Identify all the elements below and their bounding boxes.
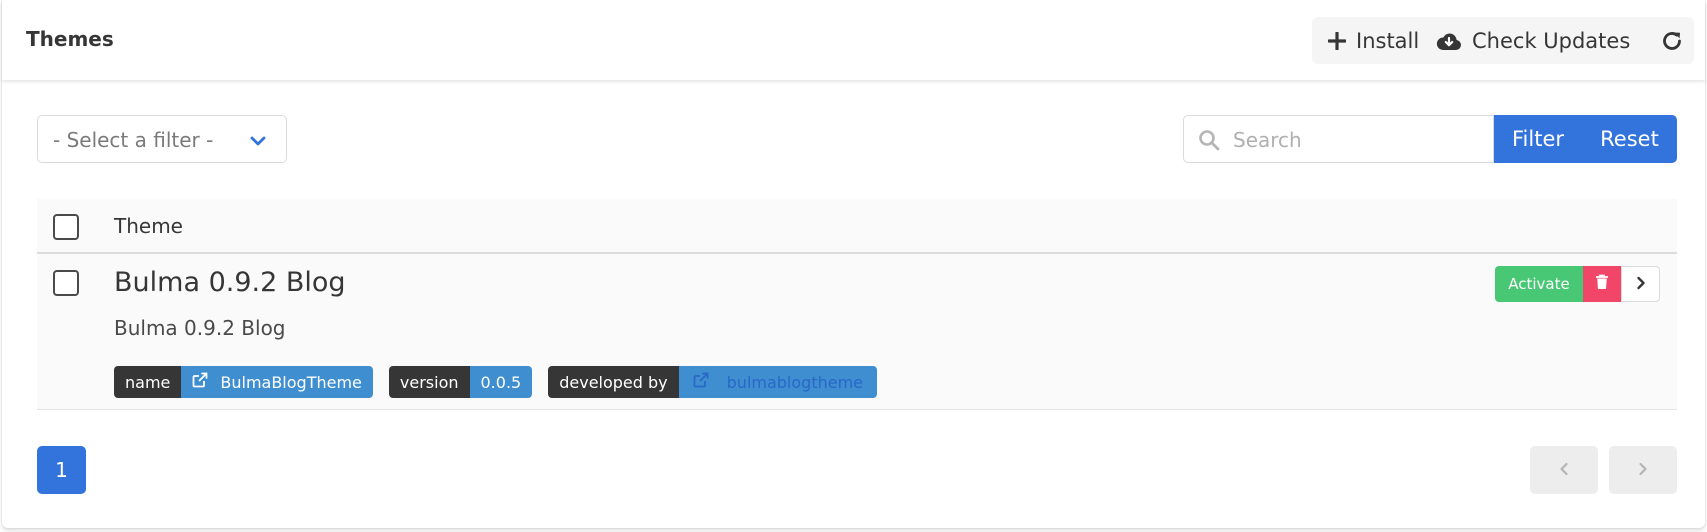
reset-button[interactable]: Reset <box>1582 115 1677 163</box>
refresh-button[interactable] <box>1661 17 1683 64</box>
tag-developer: developed by bulmablogtheme <box>548 366 878 398</box>
tag-developer-key: developed by <box>548 366 679 398</box>
check-updates-button[interactable]: Check Updates <box>1436 17 1630 64</box>
external-link-icon <box>693 372 709 392</box>
theme-description: Bulma 0.9.2 Blog <box>114 316 286 340</box>
delete-button[interactable] <box>1583 266 1621 302</box>
filter-select[interactable]: - Select a filter - <box>37 115 287 163</box>
table-header: Theme <box>37 199 1677 254</box>
check-updates-label: Check Updates <box>1472 28 1631 53</box>
search-field <box>1183 115 1494 164</box>
chevron-down-icon <box>250 132 266 151</box>
install-label: Install <box>1356 28 1420 53</box>
chevron-right-icon <box>1638 461 1648 480</box>
tag-name: name BulmaBlogTheme <box>114 366 373 398</box>
tag-developer-link[interactable]: bulmablogtheme <box>678 366 878 398</box>
chevron-left-icon <box>1559 461 1569 480</box>
header-button-group: Install Check Updates <box>1312 17 1694 64</box>
refresh-icon <box>1661 30 1683 52</box>
tag-name-value: BulmaBlogTheme <box>220 372 362 392</box>
tag-name-key: name <box>114 366 182 398</box>
card-header: Themes Install Check Updates <box>2 0 1705 80</box>
plus-icon <box>1328 31 1346 50</box>
table-row: Bulma 0.9.2 Blog Bulma 0.9.2 Blog name B… <box>37 254 1677 410</box>
cloud-download-icon <box>1436 31 1462 51</box>
row-checkbox[interactable] <box>53 270 79 296</box>
chevron-right-icon <box>1636 275 1646 294</box>
external-link-icon <box>192 372 208 392</box>
tag-version: version 0.0.5 <box>388 366 533 398</box>
page-button-current[interactable]: 1 <box>37 446 86 494</box>
next-page-button[interactable] <box>1609 446 1677 494</box>
previous-page-button[interactable] <box>1530 446 1598 494</box>
trash-icon <box>1595 274 1609 294</box>
filter-button[interactable]: Filter <box>1494 115 1582 163</box>
tag-version-value: 0.0.5 <box>469 366 533 398</box>
theme-title: Bulma 0.9.2 Blog <box>114 267 346 298</box>
filter-select-value: - Select a filter - <box>53 128 214 152</box>
theme-tags: name BulmaBlogTheme version 0.0.5 develo… <box>114 366 878 398</box>
column-header-theme: Theme <box>114 214 183 238</box>
install-button[interactable]: Install <box>1328 17 1419 64</box>
expand-button[interactable] <box>1621 266 1660 302</box>
activate-button[interactable]: Activate <box>1495 266 1583 302</box>
tag-version-key: version <box>388 366 470 398</box>
search-input[interactable] <box>1231 116 1490 164</box>
row-actions: Activate <box>1495 266 1660 302</box>
select-all-checkbox[interactable] <box>53 214 79 240</box>
page-title: Themes <box>26 27 114 51</box>
tag-name-link[interactable]: BulmaBlogTheme <box>181 366 373 398</box>
tag-developer-value: bulmablogtheme <box>726 372 864 392</box>
search-icon <box>1198 129 1220 155</box>
